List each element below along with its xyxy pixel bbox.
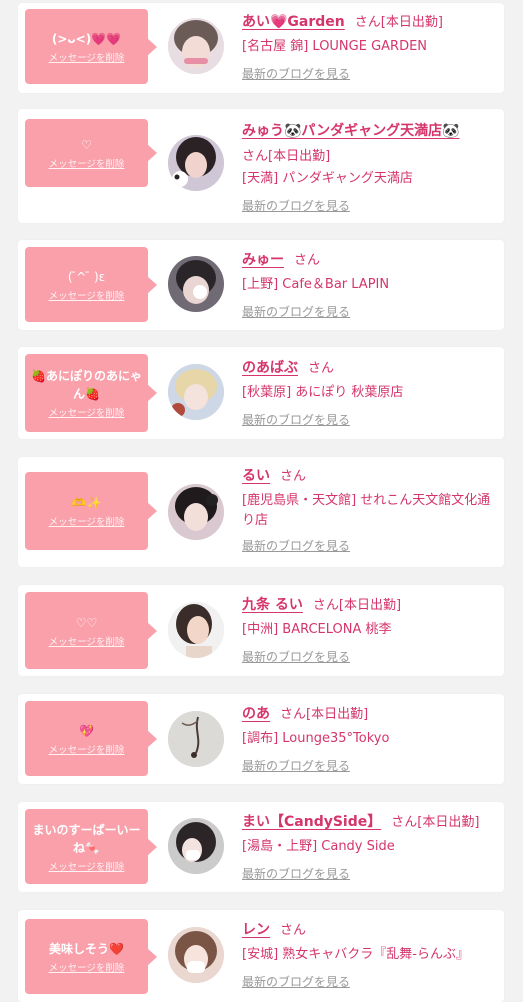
shop-text: [名古屋 錦] LOUNGE GARDEN: [242, 39, 428, 54]
delete-message-link[interactable]: メッセージを削除: [49, 742, 125, 756]
latest-blog-link[interactable]: 最新のブログを見る: [242, 65, 350, 82]
delete-message-link[interactable]: メッセージを削除: [49, 288, 125, 302]
message-bubble: ♡♡ メッセージを削除: [25, 592, 157, 669]
latest-blog-link[interactable]: 最新のブログを見る: [242, 648, 350, 665]
honorific: さん: [280, 707, 307, 722]
entry-info: みゅー さん [上野] Cafe＆Bar LAPIN 最新のブログを見る: [242, 248, 494, 320]
latest-blog-link[interactable]: 最新のブログを見る: [242, 865, 350, 882]
message-bubble: 🍓あにぽりのあにゃん🍓 メッセージを削除: [25, 354, 157, 432]
entry-info: のあばぶ さん [秋葉原] あにぽり 秋葉原店 最新のブログを見る: [242, 356, 494, 428]
list-item: 🫶✨ メッセージを削除 るい さん [鹿児島県・天文館] せれこん天文館文化通り店…: [18, 457, 504, 567]
entry-info: るい さん [鹿児島県・天文館] せれこん天文館文化通り店 最新のブログを見る: [242, 464, 494, 554]
message-text: ♡: [81, 138, 92, 152]
message-bubble: まいのすーぱーいーね🍬 メッセージを削除: [25, 809, 157, 884]
list-item: ( ̄^ ̄ )ε メッセージを削除 みゅー さん [上野] Cafe＆Bar L…: [18, 240, 504, 330]
list-item: 💖 メッセージを削除 のあ さん[本日出勤] [調布] Lounge35°Toky…: [18, 694, 504, 784]
shift-status: [本日出勤]: [306, 707, 369, 722]
message-text: まいのすーぱーいーね🍬: [32, 822, 141, 855]
shift-status: [本日出勤]: [380, 15, 443, 30]
entry-name-link[interactable]: まい【CandySide】: [242, 814, 381, 830]
delete-message-link[interactable]: メッセージを削除: [49, 634, 125, 648]
entry-info: のあ さん[本日出勤] [調布] Lounge35°Tokyo 最新のブログを見る: [242, 702, 494, 774]
entry-name-link[interactable]: るい: [242, 468, 270, 484]
message-bubble: ♡ メッセージを削除: [25, 119, 157, 187]
avatar[interactable]: [168, 927, 224, 983]
latest-blog-link[interactable]: 最新のブログを見る: [242, 757, 350, 774]
delete-message-link[interactable]: メッセージを削除: [49, 960, 125, 974]
honorific: さん: [308, 361, 335, 376]
honorific: さん: [294, 253, 321, 268]
entry-name-link[interactable]: のあ: [242, 706, 270, 722]
delete-message-link[interactable]: メッセージを削除: [49, 405, 125, 419]
avatar[interactable]: [168, 256, 224, 312]
shop-text: [秋葉原] あにぽり 秋葉原店: [242, 385, 404, 400]
entry-info: あい💗Garden さん[本日出勤] [名古屋 錦] LOUNGE GARDEN …: [242, 10, 494, 82]
message-text: 美味しそう❤️: [49, 941, 124, 956]
latest-blog-link[interactable]: 最新のブログを見る: [242, 197, 350, 214]
shift-status: [本日出勤]: [338, 598, 402, 613]
message-text: 💖: [79, 723, 94, 738]
message-bubble: ( ̄^ ̄ )ε メッセージを削除: [25, 247, 157, 322]
message-bubble: 💖 メッセージを削除: [25, 701, 157, 776]
honorific: さん: [280, 469, 307, 484]
entry-info: みゅう🐼パンダギャング天満店🐼 さん[本日出勤] [天満] パンダギャング天満店 …: [242, 118, 494, 214]
list-item: まいのすーぱーいーね🍬 メッセージを削除 まい【CandySide】 さん[本日出…: [18, 802, 504, 892]
message-text: ( ̄^ ̄ )ε: [67, 269, 106, 284]
honorific: さん: [280, 923, 307, 938]
favorites-list: (>ᴗ<)💗💗 メッセージを削除 あい💗Garden さん[本日出勤] [名古屋 …: [0, 0, 523, 1002]
list-item: (>ᴗ<)💗💗 メッセージを削除 あい💗Garden さん[本日出勤] [名古屋 …: [18, 3, 504, 93]
delete-message-link[interactable]: メッセージを削除: [49, 50, 125, 64]
entry-name-link[interactable]: みゅー: [242, 252, 284, 268]
honorific: さん: [312, 598, 339, 613]
message-bubble: 美味しそう❤️ メッセージを削除: [25, 919, 157, 994]
shop-text: [鹿児島県・天文館] せれこん天文館文化通り店: [242, 493, 491, 528]
message-text: ♡♡: [75, 615, 98, 630]
latest-blog-link[interactable]: 最新のブログを見る: [242, 303, 350, 320]
delete-message-link[interactable]: メッセージを削除: [49, 156, 125, 170]
entry-info: まい【CandySide】 さん[本日出勤] [湯島・上野] Candy Side…: [242, 810, 494, 882]
avatar[interactable]: [168, 602, 224, 658]
entry-info: レン さん [安城] 熟女キャバクラ『乱舞-らんぶ』 最新のブログを見る: [242, 918, 494, 990]
entry-info: 九条 るい さん[本日出勤] [中洲] BARCELONA 桃李 最新のブログを見…: [242, 593, 494, 665]
message-bubble: 🫶✨ メッセージを削除: [25, 472, 157, 550]
latest-blog-link[interactable]: 最新のブログを見る: [242, 411, 350, 428]
entry-name-link[interactable]: 九条 るい: [242, 597, 303, 613]
entry-name-link[interactable]: のあばぶ: [242, 360, 298, 376]
message-text: 🫶✨: [71, 496, 102, 510]
message-text: (>ᴗ<)💗💗: [51, 31, 122, 46]
latest-blog-link[interactable]: 最新のブログを見る: [242, 537, 350, 554]
list-item: 🍓あにぽりのあにゃん🍓 メッセージを削除 のあばぶ さん [秋葉原] あにぽり 秋…: [18, 347, 504, 439]
message-bubble: (>ᴗ<)💗💗 メッセージを削除: [25, 9, 157, 84]
shop-text: [湯島・上野] Candy Side: [242, 839, 395, 854]
entry-name-link[interactable]: みゅう🐼パンダギャング天満店🐼: [242, 123, 460, 139]
avatar[interactable]: [168, 818, 224, 874]
entry-name-link[interactable]: レン: [242, 922, 270, 938]
shop-text: [天満] パンダギャング天満店: [242, 171, 413, 186]
shop-text: [上野] Cafe＆Bar LAPIN: [242, 277, 390, 292]
shift-status: [本日出勤]: [268, 149, 331, 164]
shift-status: [本日出勤]: [417, 815, 480, 830]
avatar[interactable]: [168, 364, 224, 420]
shop-text: [安城] 熟女キャバクラ『乱舞-らんぶ』: [242, 947, 469, 962]
honorific: さん: [391, 815, 418, 830]
avatar[interactable]: [168, 18, 224, 74]
shop-text: [調布] Lounge35°Tokyo: [242, 731, 390, 746]
delete-message-link[interactable]: メッセージを削除: [49, 514, 125, 528]
avatar[interactable]: [168, 484, 224, 540]
shop-text: [中洲] BARCELONA 桃李: [242, 622, 392, 637]
message-text: 🍓あにぽりのあにゃん🍓: [31, 369, 142, 401]
honorific: さん: [354, 15, 381, 30]
avatar[interactable]: [168, 711, 224, 767]
honorific: さん: [242, 149, 269, 164]
list-item: 美味しそう❤️ メッセージを削除 レン さん [安城] 熟女キャバクラ『乱舞-らん…: [18, 910, 504, 1002]
avatar[interactable]: [168, 135, 224, 191]
list-item: ♡ メッセージを削除 みゅう🐼パンダギャング天満店🐼 さん[本日出勤] [天満] …: [18, 109, 504, 223]
latest-blog-link[interactable]: 最新のブログを見る: [242, 973, 350, 990]
list-item: ♡♡ メッセージを削除 九条 るい さん[本日出勤] [中洲] BARCELONA…: [18, 585, 504, 676]
entry-name-link[interactable]: あい💗Garden: [242, 14, 345, 30]
delete-message-link[interactable]: メッセージを削除: [49, 859, 125, 873]
